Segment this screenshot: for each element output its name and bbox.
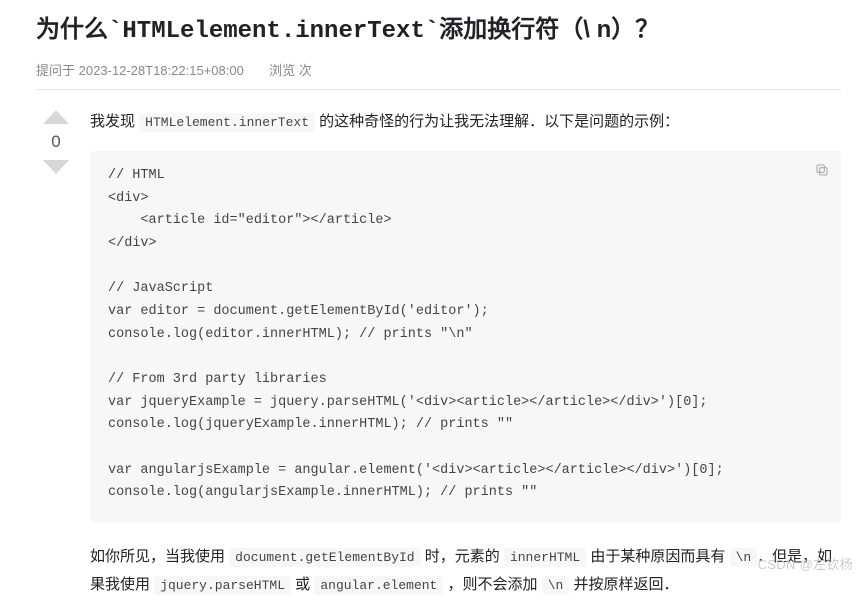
after-t1: 如你所见，当我使用 xyxy=(90,548,229,565)
after-t5: 或 xyxy=(291,576,314,593)
watermark: CSDN @左钦杨 xyxy=(758,554,853,573)
code-block: // HTML <div> <article id="editor"></art… xyxy=(90,151,841,523)
after-c1: document.getElementById xyxy=(229,548,420,567)
content-column: 我发现 HTMLelement.innerText 的这种奇怪的行为让我无法理解… xyxy=(90,108,841,614)
views-suffix: 次 xyxy=(299,63,312,78)
intro-code: HTMLelement.innerText xyxy=(139,113,315,132)
after-t6: ，则不会添加 xyxy=(443,576,541,593)
after-c4: jquery.parseHTML xyxy=(154,576,291,595)
body: 0 我发现 HTMLelement.innerText 的这种奇怪的行为让我无法… xyxy=(36,108,841,614)
after-t2: 时，元素的 xyxy=(421,548,504,565)
divider xyxy=(36,89,841,90)
copy-icon xyxy=(814,162,830,178)
code-content[interactable]: // HTML <div> <article id="editor"></art… xyxy=(108,165,823,505)
downvote-icon[interactable] xyxy=(43,160,69,174)
page: 为什么`HTMLelement.innerText`添加换行符（\ n）？ 提问… xyxy=(0,0,867,579)
after-c2: innerHTML xyxy=(504,548,586,567)
intro-text-b: 的这种奇怪的行为让我无法理解．以下是问题的示例： xyxy=(315,113,679,130)
asked-label: 提问于 xyxy=(36,63,75,78)
after-c3: \n xyxy=(730,548,758,567)
after-c6: \n xyxy=(542,576,570,595)
after-paragraph: 如你所见，当我使用 document.getElementById 时，元素的 … xyxy=(90,543,841,600)
after-t3: 由于某种原因而具有 xyxy=(586,548,729,565)
after-c5: angular.element xyxy=(314,576,443,595)
vote-count: 0 xyxy=(51,132,60,152)
vote-column: 0 xyxy=(36,110,76,174)
title-pre: 为什么 xyxy=(36,16,108,43)
upvote-icon[interactable] xyxy=(43,110,69,124)
copy-button[interactable] xyxy=(811,159,833,181)
after-t7: 并按原样返回． xyxy=(569,576,678,593)
title-post: 添加换行符（\ n）？ xyxy=(439,16,659,43)
views-label: 浏览 xyxy=(269,63,295,78)
intro-paragraph: 我发现 HTMLelement.innerText 的这种奇怪的行为让我无法理解… xyxy=(90,108,841,137)
asked-time: 2023-12-28T18:22:15+08:00 xyxy=(79,63,244,78)
intro-text-a: 我发现 xyxy=(90,113,139,130)
meta-row: 提问于 2023-12-28T18:22:15+08:00 浏览 次 xyxy=(36,60,841,79)
page-title: 为什么`HTMLelement.innerText`添加换行符（\ n）？ xyxy=(36,14,841,48)
title-code: `HTMLelement.innerText` xyxy=(108,18,439,45)
